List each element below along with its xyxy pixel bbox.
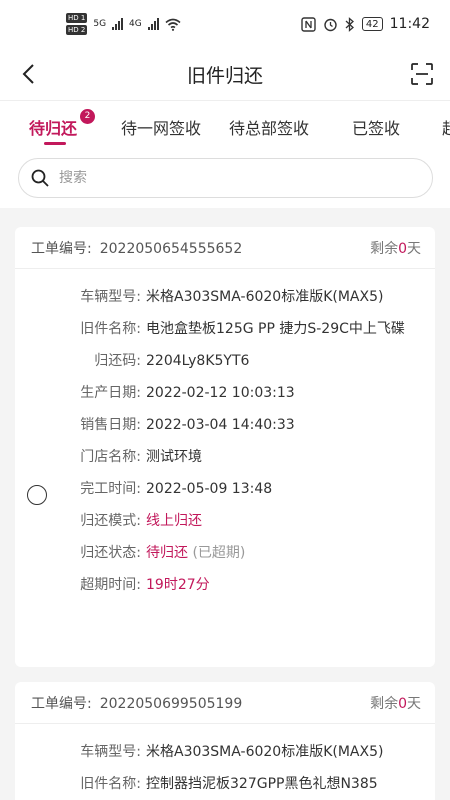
sim-indicator: HD 1 HD 2 (66, 13, 88, 35)
nav-bar: 旧件归还 (0, 48, 450, 100)
field-finish-time: 完工时间: 2022-05-09 13:48 (15, 473, 423, 505)
order-number-value: 2022050699505199 (99, 695, 243, 712)
remaining-days: 剩余0天 (370, 238, 421, 258)
field-store: 门店名称: 测试环境 (15, 441, 423, 473)
field-label: 归还码: (94, 353, 141, 369)
field-value: 控制器挡泥板327GPP黑色礼想N385 (146, 776, 378, 792)
field-vehicle-model: 车辆型号: 米格A303SMA-6020标准版K(MAX5) (15, 736, 423, 768)
network1-label: 5G (93, 19, 107, 29)
field-label: 旧件名称: (80, 321, 141, 337)
battery-icon: 42 (361, 17, 383, 31)
field-sale-date: 销售日期: 2022-03-04 14:40:33 (15, 409, 423, 441)
field-value: 米格A303SMA-6020标准版K(MAX5) (146, 744, 384, 760)
tab-badge: 2 (80, 109, 96, 124)
field-value: 电池盒垫板125G PP 捷力S-29C中上飞碟 (146, 321, 405, 337)
signal1-icon (112, 18, 124, 30)
page-title: 旧件归还 (186, 64, 263, 87)
search-icon (31, 169, 49, 187)
field-label: 旧件名称: (80, 776, 141, 792)
order-card: 工单编号: 2022050699505199 剩余0天 车辆型号: 米格A303S… (15, 682, 435, 800)
search-input[interactable] (59, 170, 389, 186)
order-number: 工单编号: 2022050699505199 (31, 693, 242, 713)
remaining-days: 剩余0天 (370, 693, 421, 713)
card-body: 车辆型号: 米格A303SMA-6020标准版K(MAX5) 旧件名称: 电池盒… (15, 269, 435, 609)
field-part-name: 旧件名称: 电池盒垫板125G PP 捷力S-29C中上飞碟 (15, 313, 423, 345)
select-radio[interactable] (27, 485, 47, 505)
field-value: 2204Ly8K5YT6 (146, 353, 250, 369)
card-header: 工单编号: 2022050699505199 剩余0天 (15, 682, 435, 724)
clock-time: 11:42 (389, 16, 430, 32)
tab-label: 待一网签收 (121, 119, 202, 138)
order-number-label: 工单编号: (31, 695, 92, 712)
card-body: 车辆型号: 米格A303SMA-6020标准版K(MAX5) 旧件名称: 控制器… (15, 724, 435, 800)
field-value: 2022-05-09 13:48 (146, 481, 273, 497)
tab-pending-return[interactable]: 待归还 2 (29, 109, 96, 139)
field-value: 待归还 (已超期) (141, 542, 423, 564)
tab-label: 已签收 (352, 119, 401, 138)
status-right: 42 11:42 (301, 16, 430, 32)
remaining-days-value: 0 (398, 695, 407, 712)
tab-network-sign[interactable]: 待一网签收 (121, 115, 201, 139)
remaining-days-value: 0 (398, 240, 407, 257)
field-value: 2022-02-12 10:03:13 (146, 385, 295, 401)
scan-button[interactable] (408, 60, 436, 88)
nfc-icon (301, 16, 316, 32)
field-label: 车辆型号: (80, 289, 141, 305)
field-value: 19时27分 (146, 577, 210, 593)
field-return-status: 归还状态: 待归还 (已超期) (15, 537, 423, 569)
field-label: 车辆型号: (80, 744, 141, 760)
sim2-label: HD 2 (66, 25, 88, 35)
field-label: 归还模式: (80, 513, 141, 529)
chevron-left-icon (22, 64, 34, 84)
tab-label: 待总部签收 (229, 119, 310, 138)
search-bar (0, 150, 450, 208)
field-label: 生产日期: (80, 385, 141, 401)
tab-bar: 待归还 2 待一网签收 待总部签收 已签收 超 (0, 100, 450, 150)
network2-label: 4G (129, 19, 142, 29)
search-box[interactable] (18, 158, 433, 198)
back-button[interactable] (14, 60, 42, 88)
field-value: 线上归还 (146, 513, 202, 529)
field-production-date: 生产日期: 2022-02-12 10:03:13 (15, 377, 423, 409)
field-label: 超期时间: (80, 577, 141, 593)
field-label: 销售日期: (80, 417, 141, 433)
tab-indicator (44, 142, 66, 145)
tab-hq-sign[interactable]: 待总部签收 (229, 115, 309, 139)
field-value: 2022-03-04 14:40:33 (146, 417, 295, 433)
field-return-code: 归还码: 2204Ly8K5YT6 (15, 345, 423, 377)
alarm-icon (324, 18, 337, 31)
return-status-note: (已超期) (192, 545, 246, 561)
remaining-suffix: 天 (407, 240, 421, 257)
wifi-icon (165, 18, 181, 31)
status-left: HD 1 HD 2 5G 4G (66, 13, 181, 35)
status-bar: HD 1 HD 2 5G 4G 42 11:42 (0, 0, 450, 48)
tab-signed[interactable]: 已签收 (352, 115, 400, 139)
field-label: 归还状态: (80, 545, 141, 561)
order-number: 工单编号: 2022050654555652 (31, 238, 242, 258)
field-return-mode: 归还模式: 线上归还 (15, 505, 423, 537)
sim1-label: HD 1 (66, 13, 88, 23)
order-number-label: 工单编号: (31, 240, 92, 257)
scan-icon (411, 63, 433, 85)
field-overdue-time: 超期时间: 19时27分 (15, 569, 423, 601)
tab-label: 超 (442, 119, 450, 138)
card-header: 工单编号: 2022050654555652 剩余0天 (15, 227, 435, 269)
return-status-value: 待归还 (146, 545, 188, 561)
signal2-icon (147, 18, 159, 30)
order-number-value: 2022050654555652 (99, 240, 243, 257)
remaining-prefix: 剩余 (370, 695, 399, 712)
remaining-prefix: 剩余 (370, 240, 399, 257)
field-label: 门店名称: (80, 449, 141, 465)
field-part-name: 旧件名称: 控制器挡泥板327GPP黑色礼想N385 (15, 768, 423, 800)
tab-label: 待归还 (29, 119, 78, 138)
bluetooth-icon (345, 16, 354, 32)
field-vehicle-model: 车辆型号: 米格A303SMA-6020标准版K(MAX5) (15, 281, 423, 313)
field-value: 测试环境 (146, 449, 202, 465)
tab-overdue[interactable]: 超 (442, 115, 450, 139)
remaining-suffix: 天 (407, 695, 421, 712)
order-card: 工单编号: 2022050654555652 剩余0天 车辆型号: 米格A303S… (15, 227, 435, 667)
field-value: 米格A303SMA-6020标准版K(MAX5) (146, 289, 384, 305)
